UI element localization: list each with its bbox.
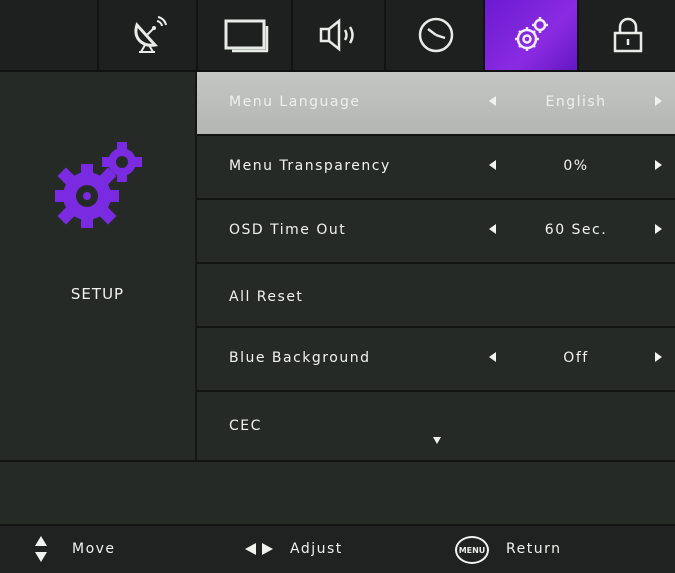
tab-channel[interactable] [97, 0, 198, 70]
right-arrow-icon[interactable] [655, 160, 662, 170]
speaker-icon [319, 18, 354, 52]
settings-menu: Menu Language English Menu Transparency … [197, 72, 675, 460]
menu-item-blue-background[interactable]: Blue Background Off [197, 328, 675, 392]
menu-item-label: Menu Language [229, 94, 361, 110]
menu-tab-bar [0, 0, 675, 72]
menu-button-icon: MENU [455, 536, 489, 564]
left-panel: SETUP [0, 72, 197, 460]
menu-item-label: Menu Transparency [229, 158, 391, 174]
tab-lock[interactable] [577, 0, 675, 70]
menu-item-value: 0% [563, 158, 589, 174]
return-hint: Return [506, 541, 562, 557]
osd-screen: SETUP Menu Language English Menu Transpa… [0, 0, 675, 573]
adjust-hint: Adjust [290, 541, 343, 557]
menu-item-value: Off [563, 350, 589, 366]
up-down-arrow-icon [35, 536, 47, 562]
left-arrow-icon[interactable] [489, 96, 496, 106]
clock-icon [418, 17, 453, 53]
lock-icon [613, 17, 643, 53]
menu-item-cec[interactable]: CEC [197, 392, 675, 458]
left-arrow-icon[interactable] [489, 224, 496, 234]
menu-item-value: English [545, 94, 607, 110]
menu-item-label: Blue Background [229, 350, 371, 366]
menu-item-value: 60 Sec. [544, 222, 608, 238]
menu-item-menu-transparency[interactable]: Menu Transparency 0% [197, 136, 675, 200]
picture-icon [224, 19, 268, 53]
scroll-down-icon[interactable] [433, 437, 441, 444]
menu-item-all-reset[interactable]: All Reset [197, 264, 675, 328]
left-arrow-icon[interactable] [489, 160, 496, 170]
satellite-dish-icon [134, 16, 167, 53]
gear-icon [515, 17, 548, 51]
left-arrow-icon[interactable] [489, 352, 496, 362]
menu-item-osd-time-out[interactable]: OSD Time Out 60 Sec. [197, 200, 675, 264]
menu-item-label: OSD Time Out [229, 222, 347, 238]
right-arrow-icon[interactable] [655, 224, 662, 234]
tab-setup[interactable] [483, 0, 579, 70]
menu-item-menu-language[interactable]: Menu Language English [197, 72, 675, 136]
menu-item-label: All Reset [229, 289, 304, 305]
right-arrow-icon[interactable] [655, 96, 662, 106]
section-title: SETUP [70, 285, 125, 303]
footer-bar: Move Adjust MENU Return [0, 524, 675, 573]
tab-time[interactable] [384, 0, 485, 70]
right-arrow-icon[interactable] [655, 352, 662, 362]
menu-item-label: CEC [229, 418, 262, 434]
tab-sound[interactable] [291, 0, 386, 70]
left-right-arrow-icon [245, 543, 273, 555]
gears-icon [55, 142, 142, 228]
tab-picture[interactable] [196, 0, 293, 70]
info-band [0, 460, 675, 524]
move-hint: Move [72, 541, 116, 557]
